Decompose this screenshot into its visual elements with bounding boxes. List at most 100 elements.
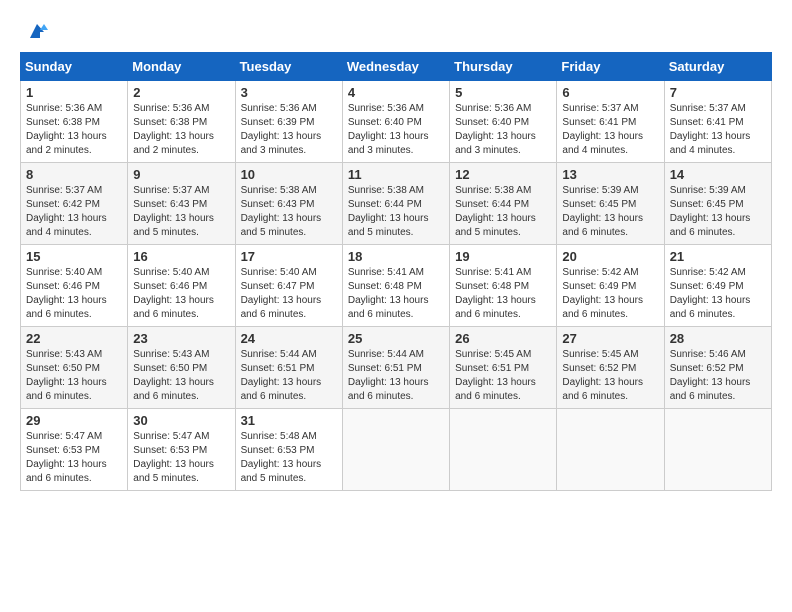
day-header-saturday: Saturday [664,53,771,81]
calendar-cell: 12 Sunrise: 5:38 AM Sunset: 6:44 PM Dayli… [450,163,557,245]
calendar-cell: 2 Sunrise: 5:36 AM Sunset: 6:38 PM Daylig… [128,81,235,163]
day-detail: Sunrise: 5:47 AM Sunset: 6:53 PM Dayligh… [26,430,122,486]
day-detail: Sunrise: 5:42 AM Sunset: 6:49 PM Dayligh… [562,266,658,322]
day-header-monday: Monday [128,53,235,81]
day-header-friday: Friday [557,53,664,81]
day-number: 21 [670,249,766,264]
header [20,20,772,42]
day-number: 27 [562,331,658,346]
day-detail: Sunrise: 5:38 AM Sunset: 6:44 PM Dayligh… [455,184,551,240]
day-number: 8 [26,167,122,182]
day-number: 15 [26,249,122,264]
day-header-thursday: Thursday [450,53,557,81]
day-number: 25 [348,331,444,346]
calendar-cell: 6 Sunrise: 5:37 AM Sunset: 6:41 PM Daylig… [557,81,664,163]
day-number: 4 [348,85,444,100]
day-detail: Sunrise: 5:36 AM Sunset: 6:38 PM Dayligh… [26,102,122,158]
calendar-cell: 29 Sunrise: 5:47 AM Sunset: 6:53 PM Dayli… [21,409,128,491]
calendar-row: 29 Sunrise: 5:47 AM Sunset: 6:53 PM Dayli… [21,409,772,491]
day-header-sunday: Sunday [21,53,128,81]
calendar-cell: 25 Sunrise: 5:44 AM Sunset: 6:51 PM Dayli… [342,327,449,409]
day-number: 13 [562,167,658,182]
calendar-cell: 20 Sunrise: 5:42 AM Sunset: 6:49 PM Dayli… [557,245,664,327]
calendar-cell: 14 Sunrise: 5:39 AM Sunset: 6:45 PM Dayli… [664,163,771,245]
day-number: 28 [670,331,766,346]
logo [20,20,48,42]
calendar-cell: 11 Sunrise: 5:38 AM Sunset: 6:44 PM Dayli… [342,163,449,245]
day-number: 1 [26,85,122,100]
day-detail: Sunrise: 5:40 AM Sunset: 6:47 PM Dayligh… [241,266,337,322]
day-detail: Sunrise: 5:39 AM Sunset: 6:45 PM Dayligh… [562,184,658,240]
day-detail: Sunrise: 5:44 AM Sunset: 6:51 PM Dayligh… [348,348,444,404]
day-detail: Sunrise: 5:45 AM Sunset: 6:52 PM Dayligh… [562,348,658,404]
day-number: 11 [348,167,444,182]
day-detail: Sunrise: 5:41 AM Sunset: 6:48 PM Dayligh… [455,266,551,322]
calendar-cell: 21Sunrise: 5:42 AM Sunset: 6:49 PM Dayli… [664,245,771,327]
day-detail: Sunrise: 5:47 AM Sunset: 6:53 PM Dayligh… [133,430,229,486]
day-number: 12 [455,167,551,182]
calendar-cell: 15 Sunrise: 5:40 AM Sunset: 6:46 PM Dayli… [21,245,128,327]
calendar-cell [557,409,664,491]
day-detail: Sunrise: 5:46 AM Sunset: 6:52 PM Dayligh… [670,348,766,404]
day-number: 14 [670,167,766,182]
calendar-row: 8 Sunrise: 5:37 AM Sunset: 6:42 PM Daylig… [21,163,772,245]
day-detail: Sunrise: 5:37 AM Sunset: 6:42 PM Dayligh… [26,184,122,240]
day-detail: Sunrise: 5:38 AM Sunset: 6:44 PM Dayligh… [348,184,444,240]
calendar-cell: 18 Sunrise: 5:41 AM Sunset: 6:48 PM Dayli… [342,245,449,327]
day-number: 22 [26,331,122,346]
header-row: SundayMondayTuesdayWednesdayThursdayFrid… [21,53,772,81]
day-detail: Sunrise: 5:38 AM Sunset: 6:43 PM Dayligh… [241,184,337,240]
calendar-cell: 9Sunrise: 5:37 AM Sunset: 6:43 PM Daylig… [128,163,235,245]
calendar-cell: 26 Sunrise: 5:45 AM Sunset: 6:51 PM Dayli… [450,327,557,409]
logo-icon [26,20,48,42]
day-detail: Sunrise: 5:40 AM Sunset: 6:46 PM Dayligh… [133,266,229,322]
day-detail: Sunrise: 5:39 AM Sunset: 6:45 PM Dayligh… [670,184,766,240]
day-detail: Sunrise: 5:41 AM Sunset: 6:48 PM Dayligh… [348,266,444,322]
calendar-cell [450,409,557,491]
day-detail: Sunrise: 5:37 AM Sunset: 6:41 PM Dayligh… [670,102,766,158]
calendar-cell: 17Sunrise: 5:40 AM Sunset: 6:47 PM Dayli… [235,245,342,327]
calendar-cell: 27 Sunrise: 5:45 AM Sunset: 6:52 PM Dayli… [557,327,664,409]
calendar-cell: 10 Sunrise: 5:38 AM Sunset: 6:43 PM Dayli… [235,163,342,245]
day-number: 10 [241,167,337,182]
calendar-cell: 19Sunrise: 5:41 AM Sunset: 6:48 PM Dayli… [450,245,557,327]
calendar-row: 1 Sunrise: 5:36 AM Sunset: 6:38 PM Daylig… [21,81,772,163]
day-number: 29 [26,413,122,428]
day-number: 18 [348,249,444,264]
day-detail: Sunrise: 5:40 AM Sunset: 6:46 PM Dayligh… [26,266,122,322]
day-number: 16 [133,249,229,264]
calendar-cell: 23 Sunrise: 5:43 AM Sunset: 6:50 PM Dayli… [128,327,235,409]
day-detail: Sunrise: 5:36 AM Sunset: 6:38 PM Dayligh… [133,102,229,158]
day-detail: Sunrise: 5:36 AM Sunset: 6:39 PM Dayligh… [241,102,337,158]
day-detail: Sunrise: 5:48 AM Sunset: 6:53 PM Dayligh… [241,430,337,486]
calendar-cell: 7 Sunrise: 5:37 AM Sunset: 6:41 PM Daylig… [664,81,771,163]
calendar-row: 22 Sunrise: 5:43 AM Sunset: 6:50 PM Dayli… [21,327,772,409]
calendar-row: 15 Sunrise: 5:40 AM Sunset: 6:46 PM Dayli… [21,245,772,327]
day-detail: Sunrise: 5:36 AM Sunset: 6:40 PM Dayligh… [455,102,551,158]
day-number: 9 [133,167,229,182]
day-number: 23 [133,331,229,346]
day-detail: Sunrise: 5:37 AM Sunset: 6:41 PM Dayligh… [562,102,658,158]
day-detail: Sunrise: 5:43 AM Sunset: 6:50 PM Dayligh… [133,348,229,404]
calendar-cell: 28 Sunrise: 5:46 AM Sunset: 6:52 PM Dayli… [664,327,771,409]
calendar-cell: 4 Sunrise: 5:36 AM Sunset: 6:40 PM Daylig… [342,81,449,163]
day-number: 7 [670,85,766,100]
calendar-cell: 1 Sunrise: 5:36 AM Sunset: 6:38 PM Daylig… [21,81,128,163]
day-number: 6 [562,85,658,100]
day-header-tuesday: Tuesday [235,53,342,81]
day-detail: Sunrise: 5:36 AM Sunset: 6:40 PM Dayligh… [348,102,444,158]
calendar-cell: 22 Sunrise: 5:43 AM Sunset: 6:50 PM Dayli… [21,327,128,409]
day-number: 30 [133,413,229,428]
day-number: 2 [133,85,229,100]
day-number: 20 [562,249,658,264]
calendar-cell: 31 Sunrise: 5:48 AM Sunset: 6:53 PM Dayli… [235,409,342,491]
day-detail: Sunrise: 5:45 AM Sunset: 6:51 PM Dayligh… [455,348,551,404]
calendar-cell: 24Sunrise: 5:44 AM Sunset: 6:51 PM Dayli… [235,327,342,409]
day-number: 26 [455,331,551,346]
day-detail: Sunrise: 5:43 AM Sunset: 6:50 PM Dayligh… [26,348,122,404]
day-number: 31 [241,413,337,428]
calendar-cell: 8 Sunrise: 5:37 AM Sunset: 6:42 PM Daylig… [21,163,128,245]
day-detail: Sunrise: 5:44 AM Sunset: 6:51 PM Dayligh… [241,348,337,404]
calendar-cell [342,409,449,491]
day-number: 3 [241,85,337,100]
